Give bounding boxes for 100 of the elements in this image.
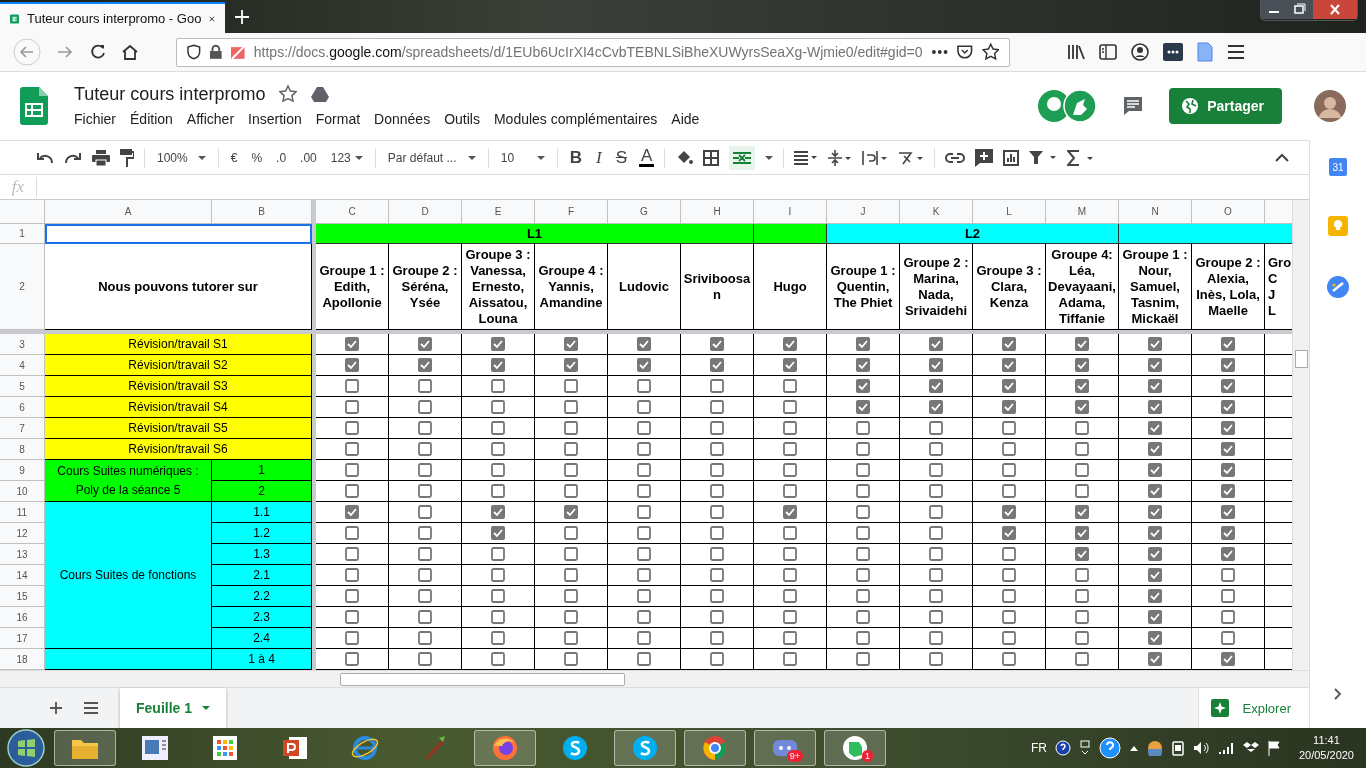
checkbox[interactable] <box>1002 421 1016 436</box>
column-header[interactable]: L <box>973 200 1046 225</box>
checkbox[interactable] <box>929 526 943 541</box>
sheet-tab[interactable]: Feuille 1 <box>120 688 227 728</box>
checkbox[interactable] <box>783 379 797 394</box>
checkbox[interactable] <box>1002 568 1016 583</box>
checkbox[interactable] <box>710 589 724 604</box>
checkbox[interactable] <box>491 526 505 541</box>
document-icon[interactable] <box>1197 42 1213 62</box>
horizontal-scrollbar[interactable] <box>0 670 1309 687</box>
column-header[interactable]: H <box>681 200 754 225</box>
checkbox[interactable] <box>1002 358 1016 373</box>
checkbox[interactable] <box>418 421 432 436</box>
borders-icon[interactable] <box>703 149 720 166</box>
menu-item[interactable]: Modules complémentaires <box>493 108 665 129</box>
calendar-icon[interactable]: 31 <box>1329 158 1347 176</box>
checkbox[interactable] <box>783 652 797 667</box>
checkbox[interactable] <box>1221 400 1235 415</box>
column-header[interactable]: N <box>1119 200 1192 225</box>
checkbox[interactable] <box>491 463 505 478</box>
checkbox[interactable] <box>783 358 797 373</box>
checkbox[interactable] <box>564 463 578 478</box>
checkbox[interactable] <box>491 652 505 667</box>
checkbox[interactable] <box>929 442 943 457</box>
checkbox[interactable] <box>710 505 724 520</box>
window-controls[interactable] <box>1260 0 1358 21</box>
checkbox[interactable] <box>929 505 943 520</box>
checkbox[interactable] <box>710 379 724 394</box>
checkbox[interactable] <box>856 484 870 499</box>
checkbox[interactable] <box>929 379 943 394</box>
paint-format-icon[interactable] <box>120 148 134 167</box>
strikethrough-button[interactable]: S <box>613 147 630 168</box>
row-number[interactable]: 6 <box>0 397 45 419</box>
currency-button[interactable]: € <box>228 150 240 165</box>
checkbox[interactable] <box>637 568 651 583</box>
checkbox[interactable] <box>637 505 651 520</box>
checkbox[interactable] <box>345 526 359 541</box>
checkbox[interactable] <box>491 610 505 625</box>
checkbox[interactable] <box>491 400 505 415</box>
checkbox[interactable] <box>564 379 578 394</box>
column-header[interactable]: D <box>389 200 462 225</box>
help-icon[interactable] <box>1054 740 1071 756</box>
checkbox[interactable] <box>418 610 432 625</box>
column-header[interactable]: F <box>535 200 608 225</box>
row-number[interactable]: 2 <box>0 244 45 331</box>
checkbox[interactable] <box>1002 463 1016 478</box>
checkbox[interactable] <box>929 631 943 646</box>
checkbox[interactable] <box>856 631 870 646</box>
column-header[interactable]: O <box>1192 200 1265 225</box>
checkbox[interactable] <box>637 337 651 352</box>
row-number[interactable]: 15 <box>0 586 45 608</box>
restore-icon[interactable] <box>1287 0 1313 19</box>
checkbox[interactable] <box>418 526 432 541</box>
menu-item[interactable]: Édition <box>130 108 180 129</box>
checkbox[interactable] <box>1075 400 1089 415</box>
checkbox[interactable] <box>637 547 651 562</box>
checkbox[interactable] <box>564 652 578 667</box>
checkbox[interactable] <box>710 547 724 562</box>
text-rotation-icon[interactable] <box>898 149 925 166</box>
align-icon[interactable] <box>794 150 819 165</box>
checkbox[interactable] <box>345 421 359 436</box>
checkbox[interactable] <box>637 400 651 415</box>
checkbox[interactable] <box>1075 337 1089 352</box>
sidebar-icon[interactable] <box>1099 44 1117 60</box>
taskbar-app[interactable] <box>54 730 116 766</box>
checkbox[interactable] <box>1075 631 1089 646</box>
checkbox[interactable] <box>418 652 432 667</box>
checkbox[interactable] <box>637 421 651 436</box>
checkbox[interactable] <box>710 337 724 352</box>
menu-item[interactable]: Données <box>374 108 438 129</box>
zoom-dropdown[interactable]: 100% <box>155 150 208 165</box>
font-size-dropdown[interactable]: 10 <box>498 150 547 165</box>
checkbox[interactable] <box>491 568 505 583</box>
checkbox[interactable] <box>1221 463 1235 478</box>
address-bar[interactable]: https://docs.google.com/spreadsheets/d/1EUb6UcIrXI4cCvbTEBNLSiBheXUWyrsSeaXg-Wjmie0/edit#gid=0 <box>176 37 1010 67</box>
checkbox[interactable] <box>856 400 870 415</box>
clock-time[interactable]: 11:41 <box>1313 733 1340 748</box>
menu-item[interactable]: Fichier <box>74 108 123 129</box>
row-number[interactable]: 12 <box>0 523 45 545</box>
checkbox[interactable] <box>637 463 651 478</box>
checkbox[interactable] <box>783 631 797 646</box>
checkbox[interactable] <box>1075 652 1089 667</box>
checkbox[interactable] <box>856 568 870 583</box>
row-number[interactable]: 5 <box>0 376 45 398</box>
menu-icon[interactable] <box>1227 44 1245 60</box>
checkbox[interactable] <box>783 442 797 457</box>
checkbox[interactable] <box>1002 610 1016 625</box>
checkbox[interactable] <box>783 337 797 352</box>
checkbox[interactable] <box>491 505 505 520</box>
pocket-icon[interactable] <box>956 44 974 60</box>
row-number[interactable]: 14 <box>0 565 45 587</box>
checkbox[interactable] <box>856 379 870 394</box>
user-avatar[interactable] <box>1314 90 1346 122</box>
drive-icon[interactable] <box>311 86 330 102</box>
row-number[interactable]: 3 <box>0 334 45 356</box>
checkbox[interactable] <box>345 547 359 562</box>
checkbox[interactable] <box>345 589 359 604</box>
checkbox[interactable] <box>418 358 432 373</box>
add-sheet-icon[interactable] <box>50 702 62 714</box>
checkbox[interactable] <box>929 463 943 478</box>
